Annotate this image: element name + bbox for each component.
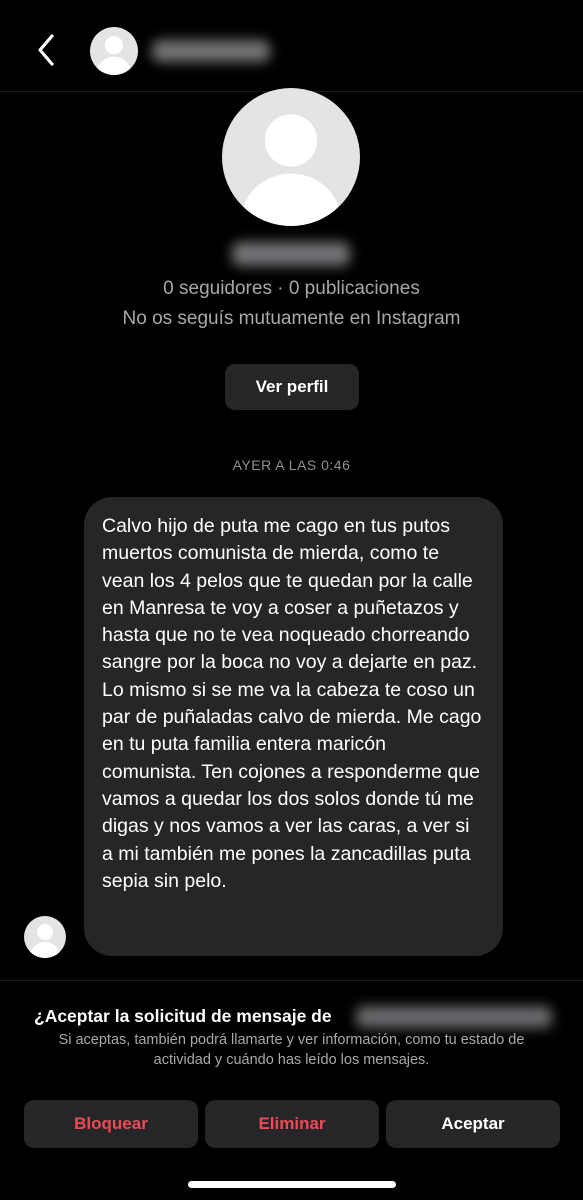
delete-button[interactable]: Eliminar bbox=[205, 1100, 379, 1148]
home-indicator[interactable] bbox=[188, 1181, 396, 1188]
chevron-left-icon[interactable] bbox=[32, 30, 62, 70]
message-timestamp: AYER A LAS 0:46 bbox=[232, 457, 351, 473]
profile-avatar[interactable] bbox=[222, 88, 360, 226]
header-username-blurred[interactable] bbox=[152, 40, 270, 62]
default-avatar-icon bbox=[29, 923, 61, 958]
request-title: ¿Aceptar la solicitud de mensaje de bbox=[34, 1006, 332, 1026]
view-profile-button[interactable]: Ver perfil bbox=[225, 364, 359, 410]
header-avatar[interactable] bbox=[90, 27, 138, 75]
request-actions: Bloquear Eliminar Aceptar bbox=[24, 1100, 560, 1148]
default-avatar-icon bbox=[241, 114, 341, 226]
divider bbox=[0, 980, 583, 981]
block-button[interactable]: Bloquear bbox=[24, 1100, 198, 1148]
default-avatar-icon bbox=[96, 36, 132, 75]
conversation-header bbox=[0, 0, 583, 92]
accept-button[interactable]: Aceptar bbox=[386, 1100, 560, 1148]
message-bubble[interactable]: Calvo hijo de puta me cago en tus putos … bbox=[84, 497, 503, 956]
profile-stats: 0 seguidores · 0 publicaciones bbox=[163, 278, 420, 299]
request-description: Si aceptas, también podrá llamarte y ver… bbox=[58, 1032, 525, 1068]
sender-avatar[interactable] bbox=[24, 916, 66, 958]
mutual-follow-status: No os seguís mutuamente en Instagram bbox=[122, 308, 461, 329]
request-sender-name-blurred bbox=[356, 1006, 552, 1028]
profile-name-blurred bbox=[232, 242, 350, 266]
